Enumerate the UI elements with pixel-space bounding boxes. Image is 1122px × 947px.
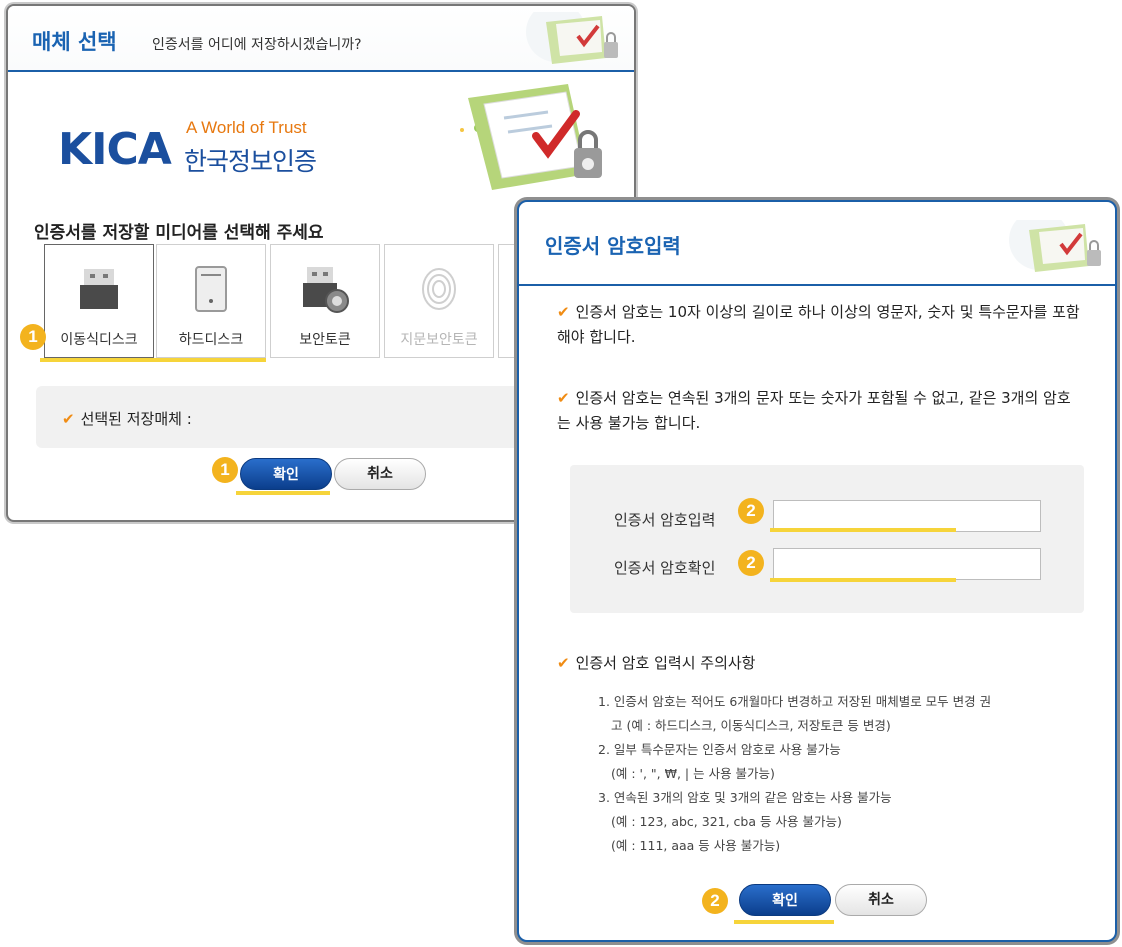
usb-drive-icon bbox=[80, 269, 118, 309]
check-icon: ✔ bbox=[557, 303, 570, 321]
check-icon: ✔ bbox=[557, 654, 570, 672]
media-hard-disk-button[interactable]: 하드디스크 bbox=[156, 244, 266, 358]
media-label: 지문보안토큰 bbox=[400, 332, 478, 348]
rule-text: 인증서 암호는 10자 이상의 길이로 하나 이상의 영문자, 숫자 및 특수문… bbox=[557, 303, 1080, 346]
certificate-folder-icon bbox=[1009, 220, 1101, 272]
cancel-button[interactable]: 취소 bbox=[835, 884, 927, 916]
dialog-subtitle: 인증서를 어디에 저장하시겠습니까? bbox=[152, 37, 362, 53]
caution-notes: 1. 인증서 암호는 적어도 6개월마다 변경하고 저장된 매체별로 모두 변경… bbox=[598, 690, 1088, 858]
caution-heading: ✔ 인증서 암호 입력시 주의사항 bbox=[557, 652, 755, 673]
certificate-illustration-icon bbox=[460, 84, 602, 190]
dialog-header: 인증서 암호입력 bbox=[519, 202, 1115, 286]
media-security-token-button[interactable]: 보안토큰 bbox=[270, 244, 380, 358]
logo-brand: KICA bbox=[58, 124, 172, 175]
password-label: 인증서 암호입력 bbox=[614, 511, 716, 529]
password-confirm-input[interactable] bbox=[773, 548, 1041, 580]
check-icon: ✔ bbox=[62, 410, 75, 428]
step-badge: 2 bbox=[738, 550, 764, 576]
note-line: 2. 일부 특수문자는 인증서 암호로 사용 불가능 bbox=[598, 742, 841, 757]
highlight-underline bbox=[770, 528, 956, 532]
password-dialog: 인증서 암호입력 ✔ 인증서 암호는 10자 이상의 길이로 하나 이상의 영문자… bbox=[517, 200, 1117, 942]
dialog-header: 매체 선택 인증서를 어디에 저장하시겠습니까? bbox=[8, 6, 634, 72]
highlight-underline bbox=[770, 578, 956, 582]
hard-disk-icon bbox=[195, 266, 227, 312]
logo-korean-name: 한국정보인증 bbox=[184, 147, 317, 176]
caution-title: 인증서 암호 입력시 주의사항 bbox=[575, 654, 756, 672]
dialog-title: 인증서 암호입력 bbox=[545, 234, 681, 258]
password-form: 인증서 암호입력 인증서 암호확인 bbox=[570, 465, 1084, 613]
highlight-underline bbox=[734, 920, 834, 924]
media-removable-disk-button[interactable]: 이동식디스크 bbox=[44, 244, 154, 358]
note-line: 1. 인증서 암호는 적어도 6개월마다 변경하고 저장된 매체별로 모두 변경… bbox=[598, 694, 992, 709]
logo-tagline: A World of Trust bbox=[186, 118, 307, 137]
media-heading: 인증서를 저장할 미디어를 선택해 주세요 bbox=[34, 223, 324, 243]
media-label: 하드디스크 bbox=[178, 332, 244, 348]
note-line: 3. 연속된 3개의 암호 및 3개의 같은 암호는 사용 불가능 bbox=[598, 790, 892, 805]
note-line: (예 : ', ", ₩, | 는 사용 불가능) bbox=[611, 766, 775, 781]
security-token-icon bbox=[303, 267, 349, 313]
password-rule-1: ✔ 인증서 암호는 10자 이상의 길이로 하나 이상의 영문자, 숫자 및 특수… bbox=[557, 300, 1082, 350]
media-label: 보안토큰 bbox=[299, 332, 351, 348]
selected-media-label: ✔ 선택된 저장매체 : bbox=[62, 408, 192, 429]
note-line: (예 : 123, abc, 321, cba 등 사용 불가능) bbox=[611, 814, 842, 829]
fingerprint-icon bbox=[422, 268, 456, 310]
highlight-underline bbox=[236, 491, 330, 495]
rule-text: 인증서 암호는 연속된 3개의 문자 또는 숫자가 포함될 수 없고, 같은 3… bbox=[557, 389, 1071, 432]
step-badge: 2 bbox=[702, 888, 728, 914]
note-line: (예 : 111, aaa 등 사용 불가능) bbox=[611, 838, 781, 853]
dialog-title: 매체 선택 bbox=[32, 30, 117, 54]
highlight-underline bbox=[40, 358, 266, 362]
selected-media-text: 선택된 저장매체 : bbox=[80, 410, 192, 428]
certificate-folder-icon bbox=[526, 12, 618, 64]
cancel-button[interactable]: 취소 bbox=[334, 458, 426, 490]
step-badge: 2 bbox=[738, 498, 764, 524]
media-label: 이동식디스크 bbox=[60, 332, 138, 348]
step-badge: 1 bbox=[20, 324, 46, 350]
confirm-button[interactable]: 확인 bbox=[240, 458, 332, 490]
check-icon: ✔ bbox=[557, 389, 570, 407]
kica-logo: KICA A World of Trust 한국정보인증 bbox=[58, 104, 378, 184]
password-rule-2: ✔ 인증서 암호는 연속된 3개의 문자 또는 숫자가 포함될 수 없고, 같은 … bbox=[557, 386, 1082, 436]
media-fingerprint-token-button[interactable]: 지문보안토큰 bbox=[384, 244, 494, 358]
password-confirm-label: 인증서 암호확인 bbox=[614, 559, 716, 577]
confirm-button[interactable]: 확인 bbox=[739, 884, 831, 916]
note-line: 고 (예 : 하드디스크, 이동식디스크, 저장토큰 등 변경) bbox=[611, 718, 891, 733]
step-badge: 1 bbox=[212, 457, 238, 483]
